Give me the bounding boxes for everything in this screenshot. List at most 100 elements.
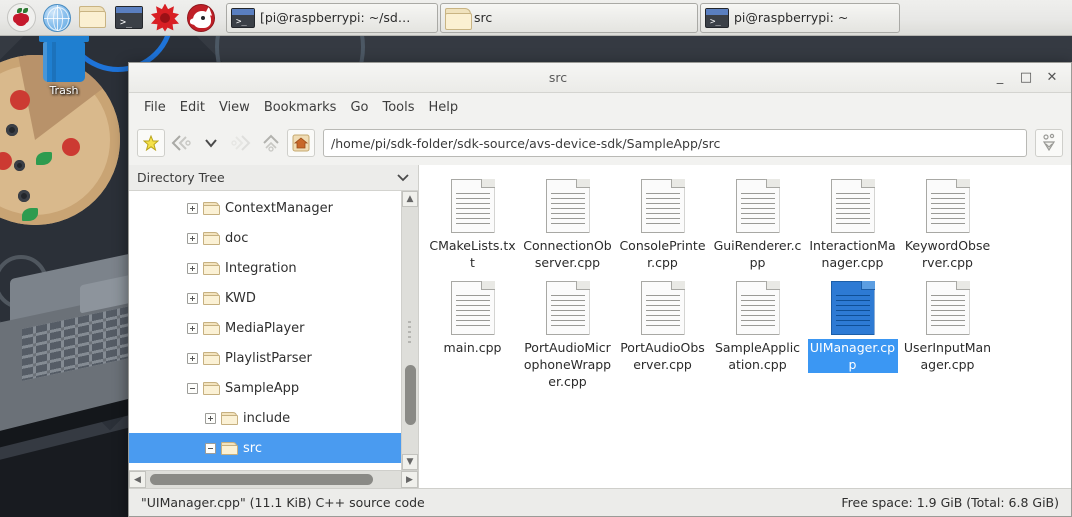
file-item-selected[interactable]: UIManager.cpp	[805, 277, 900, 396]
document-icon	[925, 281, 970, 335]
tree-item-kwd[interactable]: KWD	[129, 283, 401, 313]
tree-item-contextmanager[interactable]: ContextManager	[129, 193, 401, 223]
chevron-down-icon[interactable]	[396, 170, 410, 185]
menu-go[interactable]: Go	[343, 97, 375, 118]
scroll-right-icon[interactable]: ▶	[401, 471, 418, 488]
window-body: Directory Tree ContextManager doc Integr…	[129, 165, 1071, 488]
trash-label: Trash	[49, 84, 79, 97]
tree-item-mediaplayer[interactable]: MediaPlayer	[129, 313, 401, 343]
menu-view[interactable]: View	[212, 97, 257, 118]
tree-item-playlistparser[interactable]: PlaylistParser	[129, 343, 401, 373]
raspberry-menu-icon[interactable]	[4, 2, 38, 34]
web-browser-icon[interactable]	[40, 2, 74, 34]
file-item[interactable]: UserInputManager.cpp	[900, 277, 995, 396]
taskbar-button-label: pi@raspberrypi: ~	[734, 10, 849, 25]
sidebar-header[interactable]: Directory Tree	[129, 165, 418, 191]
directory-tree[interactable]: ContextManager doc Integration KWD Media…	[129, 191, 401, 470]
tree-item-integration[interactable]: Integration	[129, 253, 401, 283]
expander-icon[interactable]	[205, 412, 216, 424]
file-manager-icon[interactable]	[76, 2, 110, 34]
file-name-label: main.cpp	[443, 340, 502, 355]
expander-icon[interactable]	[187, 262, 198, 274]
terminal-icon: >_	[231, 7, 255, 28]
expander-icon[interactable]	[187, 382, 198, 394]
terminal-icon[interactable]: >_	[112, 2, 146, 34]
folder-icon	[221, 441, 238, 455]
sidebar-header-label: Directory Tree	[137, 170, 225, 185]
menu-file[interactable]: File	[137, 97, 173, 118]
tree-item-doc[interactable]: doc	[129, 223, 401, 253]
file-name-label: CMakeLists.txt	[429, 238, 516, 270]
taskbar-button-filemanager[interactable]: src	[440, 2, 698, 33]
menubar: File Edit View Bookmarks Go Tools Help	[129, 93, 1071, 121]
taskbar-button-label: src	[474, 10, 493, 25]
path-text: /home/pi/sdk-folder/sdk-source/avs-devic…	[331, 135, 721, 151]
expander-icon[interactable]	[205, 442, 216, 454]
menu-help[interactable]: Help	[422, 97, 466, 118]
expander-icon[interactable]	[187, 292, 198, 304]
file-item[interactable]: InteractionManager.cpp	[805, 175, 900, 277]
menu-tools[interactable]: Tools	[375, 97, 421, 118]
new-tab-icon[interactable]	[137, 129, 165, 157]
file-list-view[interactable]: CMakeLists.txt ConnectionObserver.cpp Co…	[419, 165, 1071, 488]
expander-icon[interactable]	[187, 232, 198, 244]
mathematica-icon[interactable]	[148, 2, 182, 34]
tree-item-label: src	[243, 440, 262, 456]
up-icon[interactable]	[257, 129, 285, 157]
folder-icon	[203, 261, 220, 275]
document-icon	[450, 281, 495, 335]
status-free-space: Free space: 1.9 GiB (Total: 6.8 GiB)	[841, 495, 1059, 510]
path-input[interactable]: /home/pi/sdk-folder/sdk-source/avs-devic…	[323, 129, 1027, 157]
taskbar-button-terminal-2[interactable]: >_ pi@raspberrypi: ~	[700, 2, 900, 33]
file-item[interactable]: main.cpp	[425, 277, 520, 396]
file-item[interactable]: CMakeLists.txt	[425, 175, 520, 277]
file-item[interactable]: KeywordObserver.cpp	[900, 175, 995, 277]
taskbar-button-label: [pi@raspberrypi: ~/sd…	[260, 10, 411, 25]
view-options-icon[interactable]	[1035, 129, 1063, 157]
tree-vertical-scrollbar[interactable]: ▲ ▼	[401, 191, 418, 470]
expander-icon[interactable]	[187, 352, 198, 364]
file-item[interactable]: ConnectionObserver.cpp	[520, 175, 615, 277]
wallpaper-pepperoni	[62, 138, 80, 156]
window-title: src	[548, 70, 568, 85]
desktop-icon-trash[interactable]: Trash	[32, 34, 96, 97]
scroll-track[interactable]	[402, 207, 418, 454]
expander-icon[interactable]	[187, 202, 198, 214]
menu-bookmarks[interactable]: Bookmarks	[257, 97, 344, 118]
file-name-label: KeywordObserver.cpp	[904, 238, 991, 270]
minimize-button[interactable]: _	[987, 63, 1013, 93]
back-icon[interactable]	[167, 129, 195, 157]
file-item[interactable]: GuiRenderer.cpp	[710, 175, 805, 277]
taskbar-button-terminal-1[interactable]: >_ [pi@raspberrypi: ~/sd…	[226, 2, 438, 33]
tree-horizontal-scrollbar[interactable]: ◀ ▶	[129, 470, 418, 488]
document-icon	[830, 179, 875, 233]
folder-icon	[203, 291, 220, 305]
scroll-down-icon[interactable]: ▼	[402, 454, 418, 470]
file-name-label: UIManager.cpp	[807, 339, 898, 373]
tree-item-include[interactable]: include	[129, 403, 401, 433]
wolfram-icon[interactable]	[184, 2, 218, 34]
history-dropdown-icon[interactable]	[197, 129, 225, 157]
scroll-left-icon[interactable]: ◀	[129, 471, 146, 488]
scroll-up-icon[interactable]: ▲	[402, 191, 418, 207]
tree-item-label: MediaPlayer	[225, 320, 305, 336]
close-button[interactable]: ✕	[1039, 63, 1065, 93]
scroll-thumb[interactable]	[405, 365, 416, 426]
file-item[interactable]: PortAudioObserver.cpp	[615, 277, 710, 396]
file-name-label: ConsolePrinter.cpp	[619, 238, 706, 270]
tree-item-src[interactable]: src	[129, 433, 401, 463]
tree-item-sampleapp[interactable]: SampleApp	[129, 373, 401, 403]
maximize-button[interactable]: □	[1013, 63, 1039, 93]
scroll-track[interactable]	[146, 471, 401, 488]
scroll-thumb[interactable]	[150, 474, 373, 485]
expander-icon[interactable]	[187, 322, 198, 334]
file-item[interactable]: ConsolePrinter.cpp	[615, 175, 710, 277]
file-grid: CMakeLists.txt ConnectionObserver.cpp Co…	[425, 175, 1067, 396]
folder-icon	[203, 201, 220, 215]
file-item[interactable]: SampleApplication.cpp	[710, 277, 805, 396]
folder-icon	[203, 231, 220, 245]
home-icon[interactable]	[287, 129, 315, 157]
file-item[interactable]: PortAudioMicrophoneWrapper.cpp	[520, 277, 615, 396]
window-titlebar[interactable]: src _ □ ✕	[129, 63, 1071, 93]
menu-edit[interactable]: Edit	[173, 97, 212, 118]
